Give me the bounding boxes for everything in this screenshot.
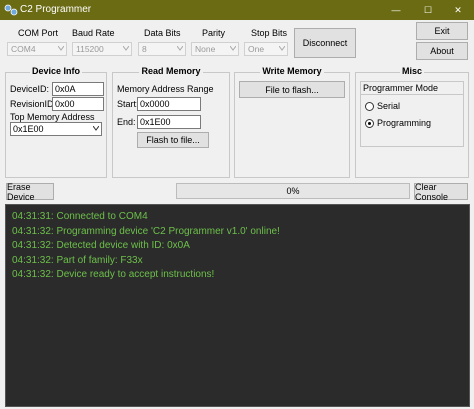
console-line: 04:31:32: Device ready to accept instruc… (12, 268, 469, 283)
maximize-icon: ☐ (423, 4, 433, 15)
end-label: End: (117, 117, 136, 127)
chevron-down-icon (279, 46, 285, 51)
console-line: 04:31:32: Part of family: F33x (12, 254, 469, 269)
chevron-down-icon (177, 46, 183, 51)
serial-radio[interactable] (365, 102, 374, 111)
console-line-message: Part of family: F33x (56, 254, 143, 266)
console-line-message: Device ready to accept instructions! (56, 269, 215, 280)
parity-select[interactable]: None (191, 42, 239, 56)
main-panel: COM Port Baud Rate Data Bits Parity Stop… (0, 20, 474, 409)
console-line-text: 04:31:32: (12, 269, 57, 280)
top-memory-address-label: Top Memory Address (10, 112, 95, 122)
programmer-mode-label: Programmer Mode (363, 83, 439, 93)
console-line-message: Detected device with ID: 0x0A (56, 240, 190, 251)
exit-button[interactable]: Exit (416, 22, 468, 40)
start-label: Start: (117, 99, 139, 109)
data-bits-label: Data Bits (144, 28, 181, 38)
console-line-text: 04:31:31: (12, 211, 57, 222)
data-bits-select[interactable]: 8 (138, 42, 186, 56)
programmer-mode-group: Programmer Mode Serial Programming (360, 81, 464, 147)
disconnect-button[interactable]: Disconnect (294, 28, 356, 58)
chevron-down-icon (230, 46, 236, 51)
com-port-select[interactable]: COM4 (7, 42, 67, 56)
baud-rate-select[interactable]: 115200 (72, 42, 132, 56)
erase-device-button[interactable]: Erase Device (6, 182, 54, 202)
clear-console-button[interactable]: Clear Console (414, 182, 468, 202)
progress-text: 0% (286, 186, 300, 196)
radio-selected-icon (368, 122, 371, 125)
stop-bits-label: Stop Bits (251, 28, 288, 38)
console-line-message: Programming device 'C2 Programmer v1.0' … (56, 225, 280, 237)
chevron-down-icon (123, 46, 129, 51)
parity-value: None (195, 44, 216, 54)
read-memory-title: Read Memory (139, 66, 203, 76)
programming-radio-label: Programming (377, 118, 432, 128)
misc-group: Misc Programmer Mode Serial Programming (355, 66, 469, 178)
about-button[interactable]: About (416, 42, 468, 60)
revision-id-field[interactable]: 0x00 (52, 97, 104, 111)
window-title: C2 Programmer (20, 4, 92, 15)
read-memory-group: Read Memory Memory Address Range Start: … (112, 66, 230, 178)
baud-rate-label: Baud Rate (72, 28, 115, 38)
top-memory-address-value: 0x1E00 (13, 124, 44, 134)
console-line-message: Connected to COM4 (56, 211, 148, 222)
baud-rate-value: 115200 (76, 44, 104, 54)
data-bits-value: 8 (142, 44, 147, 54)
stop-bits-select[interactable]: One (244, 42, 288, 56)
start-address-field[interactable]: 0x0000 (137, 97, 201, 111)
title-bar: C2 Programmer — ☐ ✕ (0, 0, 474, 20)
programming-radio[interactable] (365, 119, 374, 128)
misc-title: Misc (399, 66, 424, 76)
console-line-text: 04:31:32: (12, 225, 57, 237)
top-memory-address-select[interactable]: 0x1E00 (10, 122, 102, 136)
minimize-button[interactable]: — (382, 0, 410, 20)
stop-bits-value: One (248, 44, 265, 54)
console-line: 04:31:32: Detected device with ID: 0x0A (12, 239, 469, 254)
write-memory-title: Write Memory (260, 66, 324, 76)
parity-label: Parity (202, 28, 226, 38)
console-output[interactable]: 04:31:31: Connected to COM4 04:31:32: Pro… (5, 204, 470, 407)
com-port-value: COM4 (11, 44, 36, 54)
chevron-down-icon (58, 46, 64, 51)
progress-bar: 0% (176, 183, 410, 199)
maximize-button[interactable]: ☐ (414, 0, 442, 20)
close-button[interactable]: ✕ (444, 0, 472, 20)
device-id-label: DeviceID: (10, 84, 50, 94)
divider (361, 94, 463, 95)
memory-range-label: Memory Address Range (117, 84, 214, 94)
minimize-icon: — (391, 5, 401, 15)
console-line-text: 04:31:32: (12, 240, 57, 251)
flash-to-file-button[interactable]: Flash to file... (137, 132, 209, 148)
device-info-group: Device Info DeviceID: 0x0A RevisionID: 0… (5, 66, 107, 178)
end-address-field[interactable]: 0x1E00 (137, 115, 201, 129)
close-icon: ✕ (454, 4, 462, 15)
write-memory-group: Write Memory File to flash... (234, 66, 350, 178)
com-port-label: COM Port (18, 28, 59, 38)
serial-radio-label: Serial (377, 101, 401, 111)
chevron-down-icon (93, 126, 99, 131)
file-to-flash-button[interactable]: File to flash... (239, 81, 345, 98)
console-line-text: 04:31:32: (12, 254, 57, 266)
console-line: 04:31:31: Connected to COM4 (12, 210, 469, 225)
device-info-title: Device Info (29, 66, 82, 76)
device-id-field[interactable]: 0x0A (52, 82, 104, 96)
app-icon (4, 4, 18, 16)
console-line: 04:31:32: Programming device 'C2 Program… (12, 225, 469, 240)
revision-id-label: RevisionID: (10, 99, 57, 109)
